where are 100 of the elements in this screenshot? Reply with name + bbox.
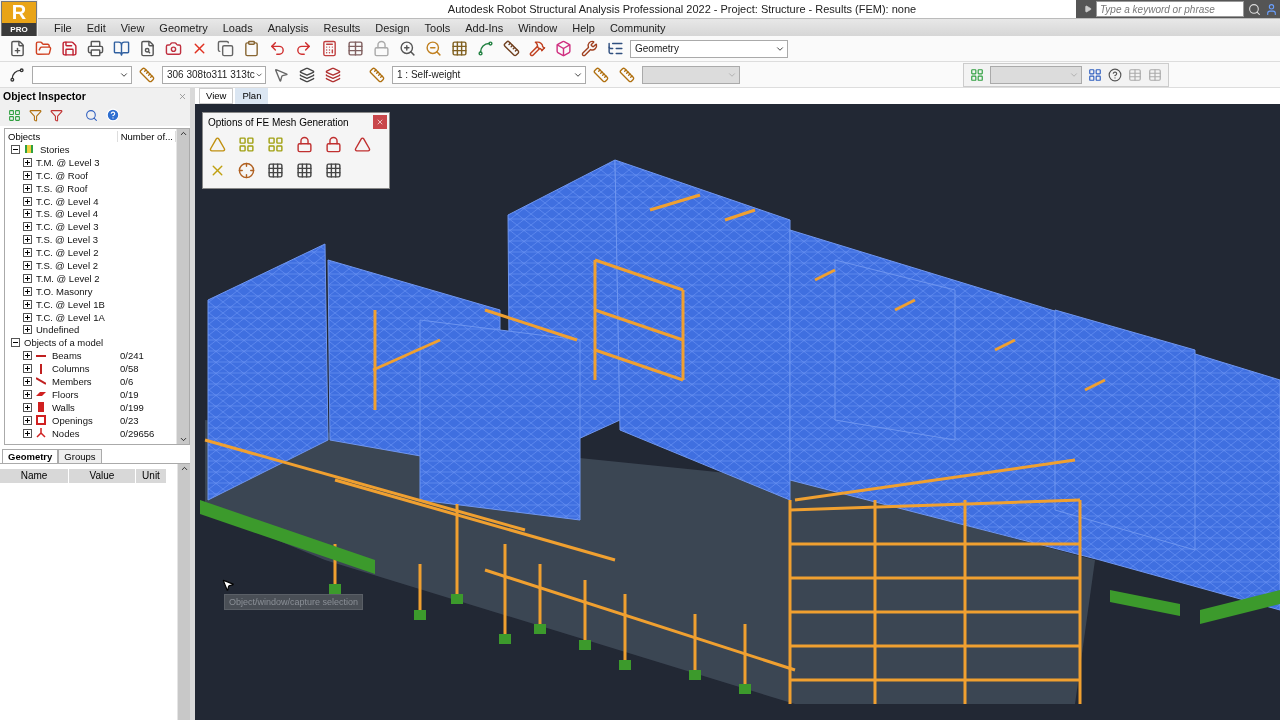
load-case-dropdown[interactable]: 1 : Self-weight xyxy=(392,65,586,84)
tree-item[interactable]: T.C. @ Level 4 xyxy=(36,195,99,207)
new-file-icon[interactable] xyxy=(8,40,26,57)
book-icon[interactable] xyxy=(112,40,130,57)
grid-icon[interactable] xyxy=(450,40,468,57)
expand-icon[interactable] xyxy=(23,402,32,412)
tree-item[interactable]: T.C. @ Roof xyxy=(36,169,88,181)
panel-tab[interactable]: Geometry xyxy=(2,449,59,463)
tree-item[interactable]: Objects of a model xyxy=(24,337,104,349)
panel-merge-icon[interactable] xyxy=(324,161,342,179)
panel-tab[interactable]: Groups xyxy=(58,449,102,463)
undo-icon[interactable] xyxy=(268,40,286,57)
expand-icon[interactable] xyxy=(23,415,32,425)
tree-item[interactable]: T.C. @ Level 1B xyxy=(36,298,105,310)
calculator-icon[interactable] xyxy=(320,40,338,57)
expand-icon[interactable] xyxy=(23,273,32,283)
expand-icon[interactable] xyxy=(23,209,32,219)
menu-item[interactable]: Add-Ins xyxy=(457,21,511,34)
panel-split-icon[interactable] xyxy=(295,161,313,179)
view-dropdown[interactable]: Geometry xyxy=(630,39,788,58)
menu-item[interactable]: Results xyxy=(315,21,368,34)
menu-item[interactable]: Design xyxy=(367,21,417,34)
expand-icon[interactable] xyxy=(23,312,32,322)
expand-icon[interactable] xyxy=(23,325,32,335)
branch-icon[interactable] xyxy=(476,40,494,57)
ruler-icon[interactable] xyxy=(502,40,520,57)
table-icon[interactable] xyxy=(346,40,364,57)
menu-item[interactable]: Analysis xyxy=(259,21,316,34)
copy-icon[interactable] xyxy=(216,40,234,57)
tree-item[interactable]: Undefined xyxy=(36,324,80,336)
tree-item[interactable]: Floors xyxy=(52,388,120,400)
menu-item[interactable]: Help xyxy=(564,21,602,34)
tree-item[interactable]: T.M. @ Level 3 xyxy=(36,156,100,168)
zoom-icon[interactable] xyxy=(398,40,416,57)
expand-icon[interactable] xyxy=(23,376,32,386)
expand-icon[interactable] xyxy=(23,364,32,374)
camera-icon[interactable] xyxy=(164,40,182,57)
menu-item[interactable]: File xyxy=(46,21,79,34)
print-preview-icon[interactable] xyxy=(138,40,156,57)
scrollbar[interactable] xyxy=(176,129,189,444)
tree-item[interactable]: Columns xyxy=(52,363,120,375)
expand-icon[interactable] xyxy=(23,260,32,270)
redo-icon[interactable] xyxy=(294,40,312,57)
clear-filter-icon[interactable] xyxy=(50,108,63,122)
expand-icon[interactable] xyxy=(23,286,32,296)
tree-item[interactable]: T.M. @ Level 2 xyxy=(36,272,100,284)
filter-icon[interactable] xyxy=(29,108,42,122)
menu-item[interactable]: Window xyxy=(510,21,565,34)
tree-item[interactable]: T.S. @ Level 2 xyxy=(36,259,98,271)
tree-item[interactable]: T.S. @ Roof xyxy=(36,182,88,194)
hammer-icon[interactable] xyxy=(528,40,546,57)
menu-item[interactable]: Geometry xyxy=(151,21,215,34)
tree-item[interactable]: T.S. @ Level 3 xyxy=(36,234,98,246)
view-tab[interactable]: Plan xyxy=(235,88,269,104)
user-icon[interactable] xyxy=(1265,2,1278,16)
menu-item[interactable]: Tools xyxy=(416,21,458,34)
scrollbar[interactable] xyxy=(177,464,190,720)
list-icon[interactable] xyxy=(606,40,624,57)
column-header[interactable]: Objects xyxy=(5,130,118,142)
expand-icon[interactable] xyxy=(23,235,32,245)
tree-item[interactable]: T.C. @ Level 2 xyxy=(36,247,99,259)
expand-icon[interactable] xyxy=(23,428,32,438)
panel-grid-icon[interactable] xyxy=(266,161,284,179)
target-icon[interactable] xyxy=(237,161,255,179)
search-field[interactable]: Type a keyword or phrase xyxy=(1096,1,1244,17)
wrench-icon[interactable] xyxy=(580,40,598,57)
menu-item[interactable]: Loads xyxy=(214,21,260,34)
expand-icon[interactable] xyxy=(23,351,32,361)
scroll-up-icon[interactable] xyxy=(178,129,188,138)
tree-item[interactable]: Walls xyxy=(52,401,120,413)
tree-item[interactable]: T.O. Masonry xyxy=(36,285,93,297)
menu-item[interactable]: View xyxy=(112,21,152,34)
tree-item[interactable]: T.C. @ Level 3 xyxy=(36,221,99,233)
tree-item[interactable]: Openings xyxy=(52,414,120,426)
open-folder-icon[interactable] xyxy=(34,40,52,57)
tree-item[interactable]: Beams xyxy=(52,350,120,362)
tree-item[interactable]: Stories xyxy=(40,143,70,155)
bar-selection-field[interactable]: 306 308to311 313tc xyxy=(162,65,266,84)
expand-icon[interactable] xyxy=(23,196,32,206)
scroll-up-icon[interactable] xyxy=(179,464,189,473)
expand-icon[interactable] xyxy=(23,170,32,180)
menu-item[interactable]: Edit xyxy=(78,21,113,34)
expand-icon[interactable] xyxy=(23,248,32,258)
help-icon[interactable] xyxy=(106,108,120,122)
tree-item[interactable]: T.C. @ Level 1A xyxy=(36,311,105,323)
collapse-icon[interactable] xyxy=(11,144,20,154)
expand-icon[interactable] xyxy=(23,299,32,309)
triangle-mesh-icon[interactable] xyxy=(208,135,226,153)
tree-item[interactable]: Members xyxy=(52,375,120,387)
paste-icon[interactable] xyxy=(242,40,260,57)
stories-icon[interactable] xyxy=(8,108,21,122)
tree-item[interactable]: Nodes xyxy=(52,427,120,439)
search-icon[interactable] xyxy=(85,108,98,122)
expand-icon[interactable] xyxy=(23,389,32,399)
printer-icon[interactable] xyxy=(86,40,104,57)
expand-icon[interactable] xyxy=(23,157,32,167)
cube-icon[interactable] xyxy=(554,40,572,57)
view-tab[interactable]: View xyxy=(199,88,234,104)
menu-item[interactable]: Community xyxy=(601,21,673,34)
expand-icon[interactable] xyxy=(23,183,32,193)
